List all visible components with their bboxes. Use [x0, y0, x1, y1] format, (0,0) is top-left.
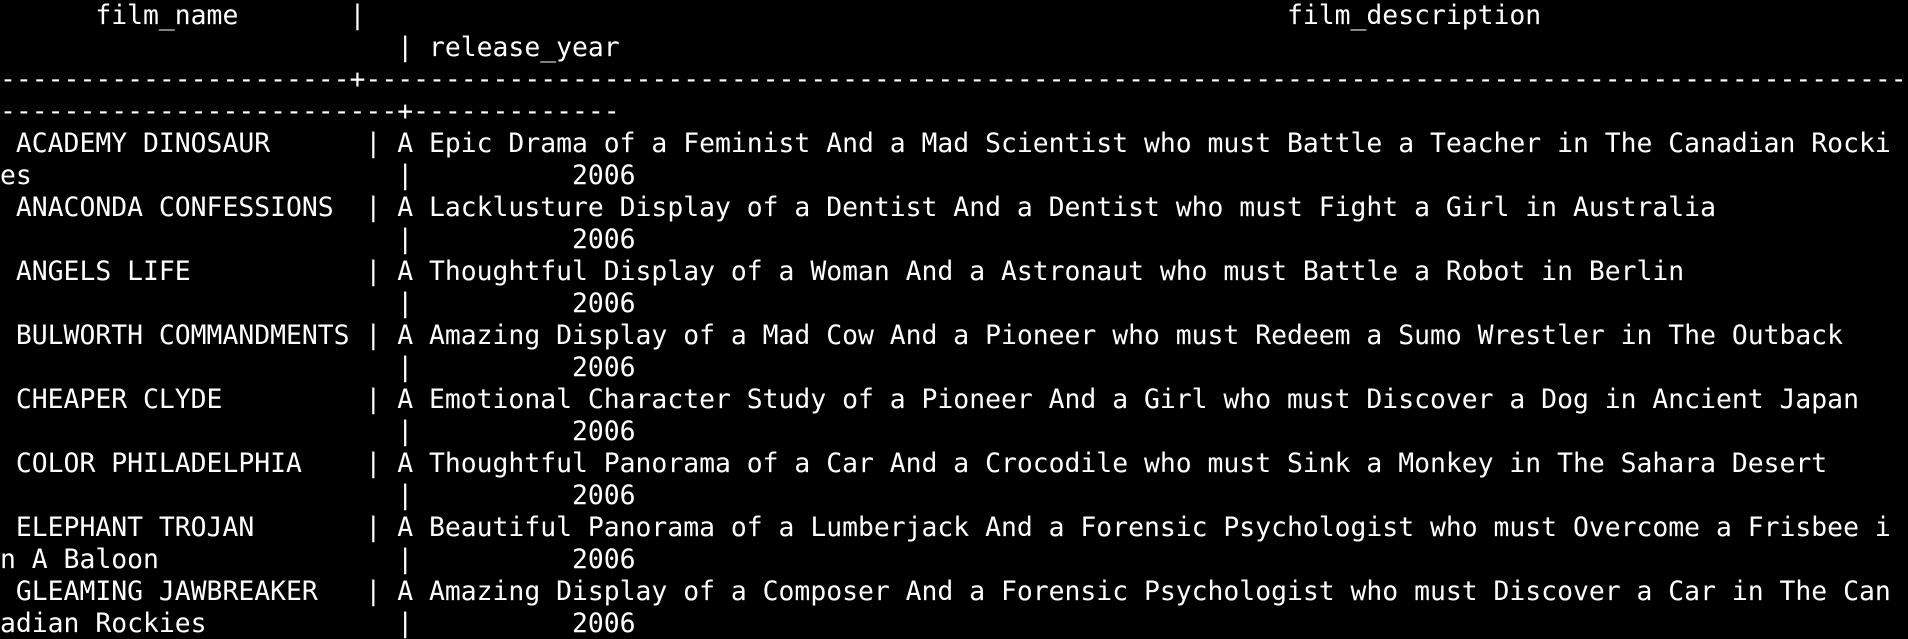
- terminal-window[interactable]: film_name | film_description | release_y…: [0, 0, 1908, 639]
- table-row-wrapped: | 2006: [0, 416, 636, 447]
- table-separator: ----------------------+-----------------…: [0, 64, 1908, 95]
- table-row-wrapped: | 2006: [0, 288, 636, 319]
- table-row: ACADEMY DINOSAUR | A Epic Drama of a Fem…: [0, 128, 1891, 159]
- table-row: ANACONDA CONFESSIONS | A Lacklusture Dis…: [0, 192, 1716, 223]
- table-row-wrapped: es | 2006: [0, 160, 636, 191]
- table-row: GLEAMING JAWBREAKER | A Amazing Display …: [0, 576, 1891, 607]
- table-separator-wrapped: -------------------------+-------------: [0, 96, 620, 127]
- table-header-row: film_name | film_description: [0, 0, 1542, 31]
- table-header-row-wrapped: | release_year: [0, 32, 620, 63]
- table-row: CHEAPER CLYDE | A Emotional Character St…: [0, 384, 1859, 415]
- table-row-wrapped: | 2006: [0, 224, 636, 255]
- table-row-wrapped: adian Rockies | 2006: [0, 608, 636, 639]
- table-row: COLOR PHILADELPHIA | A Thoughtful Panora…: [0, 448, 1828, 479]
- table-row: ANGELS LIFE | A Thoughtful Display of a …: [0, 256, 1685, 287]
- table-row: BULWORTH COMMANDMENTS | A Amazing Displa…: [0, 320, 1844, 351]
- table-row-wrapped: | 2006: [0, 352, 636, 383]
- table-row-wrapped: | 2006: [0, 480, 636, 511]
- table-row-wrapped: n A Baloon | 2006: [0, 544, 636, 575]
- table-row: ELEPHANT TROJAN | A Beautiful Panorama o…: [0, 512, 1891, 543]
